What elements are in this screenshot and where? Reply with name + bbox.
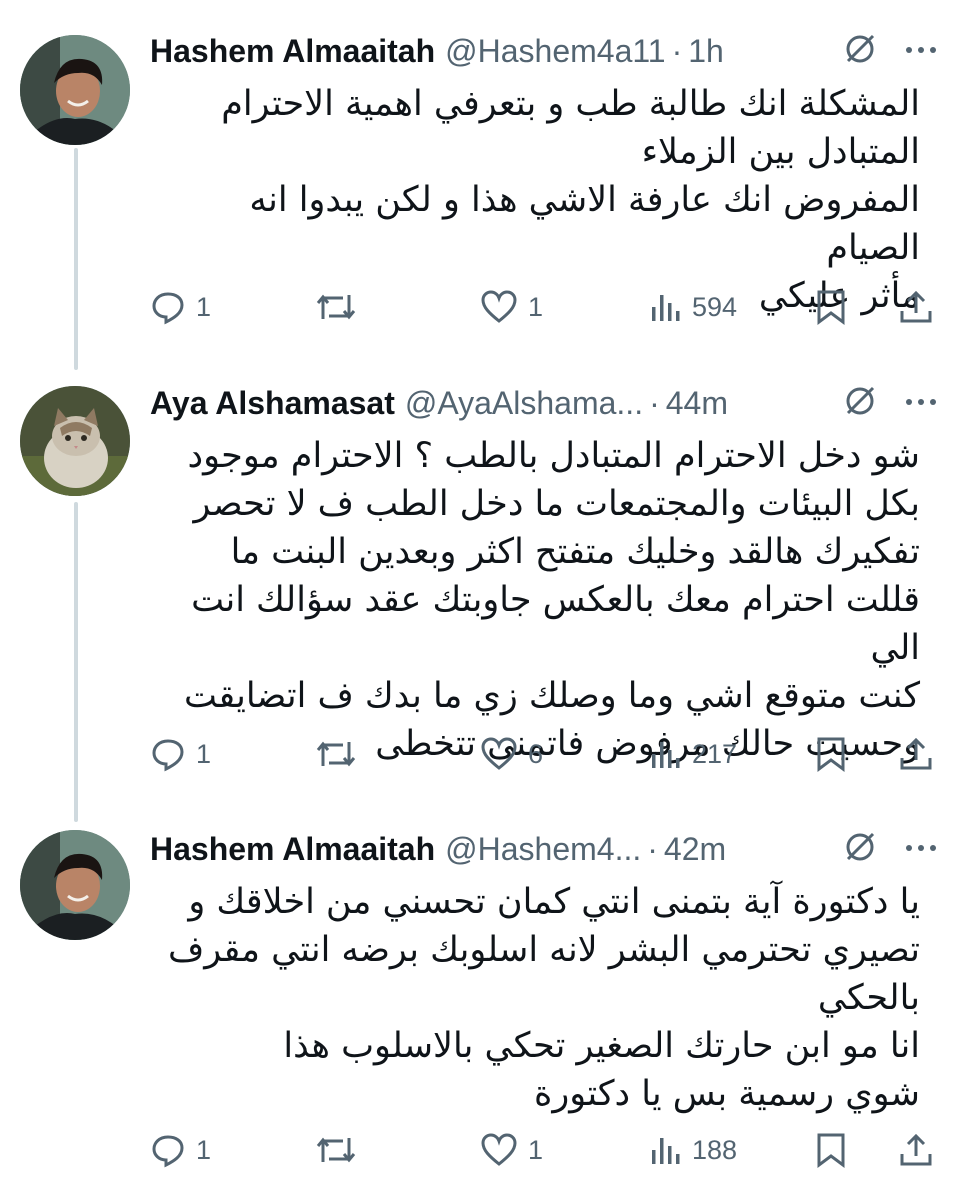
like-icon: [480, 1132, 518, 1168]
retweet-button[interactable]: [315, 736, 367, 772]
share-button[interactable]: [898, 736, 934, 772]
text-line: كنت متوقع اشي وما وصلك زي ما بدك ف اتضاي…: [184, 676, 920, 716]
text-line: المشكلة انك طالبة طب و بتعرفي اهمية الاح…: [221, 84, 920, 124]
reply-icon: [150, 1132, 186, 1168]
separator-dot: ·: [647, 830, 658, 867]
text-line: تصيري تحترمي البشر لانه اسلوبك برضه انتي…: [167, 930, 920, 970]
share-button[interactable]: [898, 289, 934, 325]
reply-button[interactable]: 1: [150, 1132, 211, 1168]
timestamp[interactable]: 1h: [688, 33, 724, 70]
more-icon[interactable]: [904, 394, 938, 412]
tweet-header: Hashem Almaaitah @Hashem4a11 · 1h: [150, 26, 938, 76]
share-icon: [898, 1132, 934, 1168]
views-icon: [650, 1134, 682, 1166]
text-line: تفكيرك هالقد وخليك متفتح اكثر وبعدين الب…: [230, 532, 920, 572]
action-bar: 1 1 594: [150, 282, 938, 332]
views-icon: [650, 291, 682, 323]
reply-count: 1: [196, 291, 212, 322]
grok-icon[interactable]: [842, 383, 878, 424]
author-handle[interactable]: @AyaAlshama...: [405, 385, 643, 422]
views-icon: [650, 738, 682, 770]
retweet-button[interactable]: [315, 289, 367, 325]
thread-line: [74, 148, 78, 370]
reply-icon: [150, 736, 186, 772]
like-button[interactable]: 1: [480, 289, 543, 325]
like-icon: [480, 736, 518, 772]
views-button[interactable]: 594: [650, 291, 737, 323]
bookmark-button[interactable]: [815, 736, 847, 772]
views-button[interactable]: 217: [650, 738, 737, 770]
retweet-icon: [315, 736, 357, 772]
like-count: 1: [528, 291, 544, 322]
retweet-button[interactable]: [315, 1132, 367, 1168]
avatar[interactable]: [20, 35, 130, 145]
text-line: بالحكي: [817, 978, 920, 1018]
grok-icon[interactable]: [842, 31, 878, 72]
thread-line: [74, 502, 78, 822]
views-count: 188: [692, 1134, 738, 1165]
separator-dot: ·: [649, 384, 660, 421]
text-line: انا مو ابن حارتك الصغير تحكي بالاسلوب هذ…: [283, 1026, 920, 1066]
tweet-3[interactable]: Hashem Almaaitah @Hashem4... · 42m يا دك…: [0, 800, 958, 1200]
like-count: 1: [528, 1134, 544, 1165]
tweet-header: Hashem Almaaitah @Hashem4... · 42m: [150, 824, 938, 874]
avatar[interactable]: [20, 386, 130, 496]
views-count: 594: [692, 291, 738, 322]
text-line: بكل البيئات والمجتمعات ما دخل الطب ف لا …: [193, 484, 920, 524]
retweet-icon: [315, 1132, 357, 1168]
action-bar: 1 6 217: [150, 729, 938, 779]
text-line: قللت احترام معك بالعكس جاوبتك عقد سؤالك …: [191, 580, 920, 668]
bookmark-icon: [815, 736, 847, 772]
text-line: المفروض انك عارفة الاشي هذا و لكن يبدوا …: [249, 180, 920, 268]
text-line: يا دكتورة آية بتمنى انتي كمان تحسني من ا…: [188, 882, 920, 922]
tweet-text: شو دخل الاحترام المتبادل بالطب ؟ الاحترا…: [150, 432, 920, 768]
views-count: 217: [692, 738, 738, 769]
text-line: المتبادل بين الزملاء: [641, 132, 920, 172]
bookmark-button[interactable]: [815, 289, 847, 325]
bookmark-button[interactable]: [815, 1132, 847, 1168]
like-icon: [480, 289, 518, 325]
tweet-2[interactable]: Aya Alshamasat @AyaAlshama... · 44m شو د…: [0, 360, 958, 822]
timestamp[interactable]: 44m: [666, 385, 728, 422]
like-button[interactable]: 1: [480, 1132, 543, 1168]
reply-button[interactable]: 1: [150, 736, 211, 772]
text-line: شو دخل الاحترام المتبادل بالطب ؟ الاحترا…: [187, 436, 920, 476]
more-icon[interactable]: [904, 840, 938, 858]
author-name[interactable]: Hashem Almaaitah: [150, 831, 435, 868]
bookmark-icon: [815, 289, 847, 325]
tweet-1[interactable]: Hashem Almaaitah @Hashem4a11 · 1h المشكل…: [0, 0, 958, 370]
share-icon: [898, 289, 934, 325]
reply-icon: [150, 289, 186, 325]
more-icon[interactable]: [904, 42, 938, 60]
author-name[interactable]: Hashem Almaaitah: [150, 33, 435, 70]
avatar[interactable]: [20, 830, 130, 940]
author-handle[interactable]: @Hashem4...: [445, 831, 641, 868]
text-line: شوي رسمية بس يا دكتورة: [534, 1074, 920, 1114]
retweet-icon: [315, 289, 357, 325]
tweet-header: Aya Alshamasat @AyaAlshama... · 44m: [150, 378, 938, 428]
like-count: 6: [528, 738, 544, 769]
author-handle[interactable]: @Hashem4a11: [445, 33, 665, 70]
share-icon: [898, 736, 934, 772]
views-button[interactable]: 188: [650, 1134, 737, 1166]
reply-count: 1: [196, 1134, 212, 1165]
bookmark-icon: [815, 1132, 847, 1168]
reply-button[interactable]: 1: [150, 289, 211, 325]
timestamp[interactable]: 42m: [664, 831, 726, 868]
action-bar: 1 1 188: [150, 1125, 938, 1175]
grok-icon[interactable]: [842, 829, 878, 870]
separator-dot: ·: [671, 32, 683, 69]
tweet-text: يا دكتورة آية بتمنى انتي كمان تحسني من ا…: [150, 878, 920, 1118]
author-name[interactable]: Aya Alshamasat: [150, 385, 395, 422]
share-button[interactable]: [898, 1132, 934, 1168]
like-button[interactable]: 6: [480, 736, 543, 772]
reply-count: 1: [196, 738, 212, 769]
